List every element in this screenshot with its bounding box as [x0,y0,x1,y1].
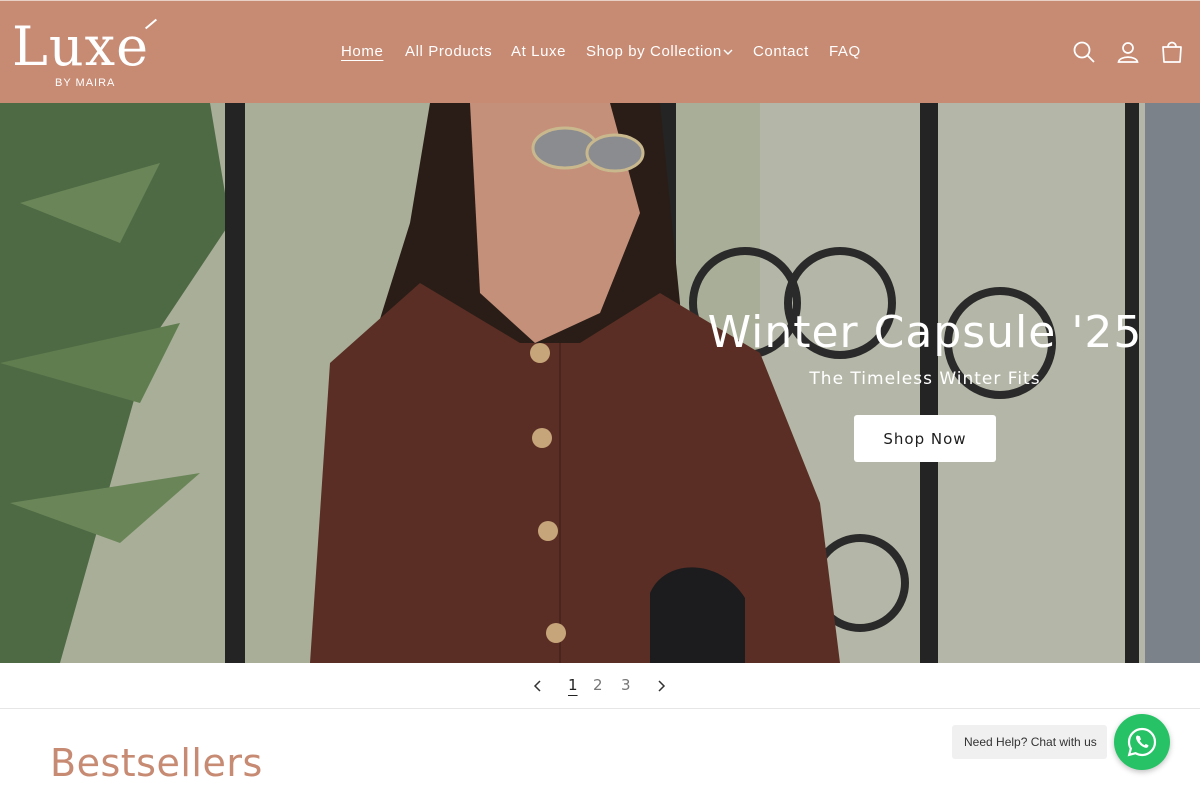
nav-item-home[interactable]: Home [341,43,383,60]
slide-page-1[interactable]: 1 [568,676,578,694]
nav-item-shop-by-collection[interactable]: Shop by Collection [586,43,722,60]
whatsapp-chat-button[interactable] [1114,714,1170,770]
whatsapp-icon [1127,727,1157,757]
slider-controls: 1 2 3 [0,663,1200,709]
shop-now-button[interactable]: Shop Now [854,415,996,462]
slide-page-3[interactable]: 3 [621,676,631,694]
main-nav: Home All Products At Luxe Shop by Collec… [0,1,1200,104]
chevron-down-icon[interactable] [723,47,733,57]
nav-item-all-products[interactable]: All Products [405,43,492,60]
previous-slide-icon[interactable] [530,678,546,694]
slide-page-2[interactable]: 2 [593,676,603,694]
site-header: Luxe BY MAIRA Home All Products At Luxe … [0,0,1200,103]
account-icon[interactable] [1115,39,1141,65]
nav-item-at-luxe[interactable]: At Luxe [511,43,566,60]
bestsellers-heading: Bestsellers [50,741,263,785]
nav-item-faq[interactable]: FAQ [829,43,861,60]
hero-title: Winter Capsule '25 [707,307,1143,358]
nav-item-contact[interactable]: Contact [753,43,809,60]
next-slide-icon[interactable] [653,678,669,694]
search-icon[interactable] [1071,39,1097,65]
hero-subtitle: The Timeless Winter Fits [809,369,1041,389]
hero-banner: Winter Capsule '25 The Timeless Winter F… [0,103,1200,663]
cart-icon[interactable] [1159,39,1185,65]
chat-help-label[interactable]: Need Help? Chat with us [952,725,1107,759]
